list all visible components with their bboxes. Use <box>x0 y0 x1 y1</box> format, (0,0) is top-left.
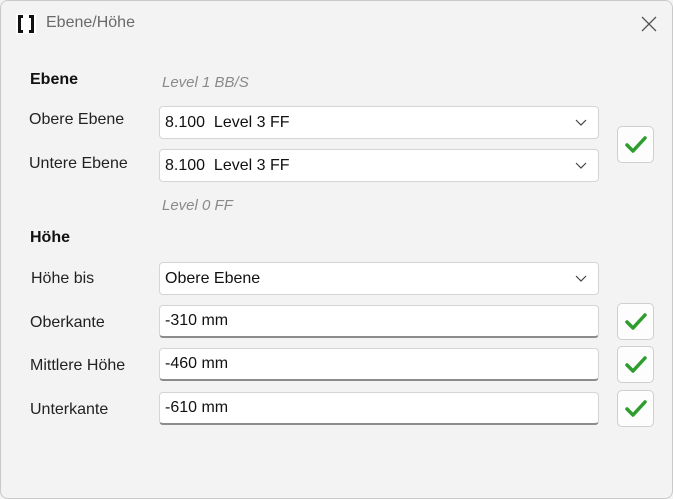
checkmark-icon <box>624 355 647 373</box>
unterkante-field[interactable]: -610 mm <box>159 392 599 425</box>
apply-oberkante-button[interactable] <box>617 303 654 340</box>
checkmark-icon <box>624 399 647 417</box>
obere-ebene-label: Obere Ebene <box>29 111 125 128</box>
untere-ebene-value: 8.100 Level 3 FF <box>165 156 290 174</box>
oberkante-label: Oberkante <box>30 314 105 331</box>
untere-ebene-label: Untere Ebene <box>29 155 128 172</box>
unterkante-value: -610 mm <box>165 399 229 416</box>
chevron-down-icon <box>564 262 598 295</box>
dialog-window: Ebene/Höhe Ebene Level 1 BB/S Obere Eben… <box>0 0 673 499</box>
titlebar: Ebene/Höhe <box>1 1 672 47</box>
oberkante-value: -310 mm <box>165 312 229 329</box>
hoehe-bis-value: Obere Ebene <box>165 269 261 287</box>
untere-ebene-select[interactable]: 8.100 Level 3 FF <box>159 149 599 182</box>
hoehe-bis-select[interactable]: Obere Ebene <box>159 262 599 295</box>
apply-ebene-button[interactable] <box>617 126 654 163</box>
level-top-hint: Level 1 BB/S <box>162 74 249 91</box>
obere-ebene-select[interactable]: 8.100 Level 3 FF <box>159 106 599 139</box>
apply-mittlere-hoehe-button[interactable] <box>617 346 654 383</box>
hoehe-bis-label: Höhe bis <box>31 270 95 287</box>
mittlere-hoehe-label: Mittlere Höhe <box>30 357 126 374</box>
obere-ebene-value: 8.100 Level 3 FF <box>165 113 290 131</box>
chevron-down-icon <box>564 106 598 139</box>
mittlere-hoehe-value: -460 mm <box>165 355 229 372</box>
checkmark-icon <box>624 135 647 153</box>
ebene-heading: Ebene <box>30 71 79 88</box>
apply-unterkante-button[interactable] <box>617 390 654 427</box>
level-bottom-hint: Level 0 FF <box>162 197 233 214</box>
oberkante-field[interactable]: -310 mm <box>159 305 599 338</box>
chevron-down-icon <box>564 149 598 182</box>
checkmark-icon <box>624 312 647 330</box>
window-title: Ebene/Höhe <box>46 14 135 31</box>
mittlere-hoehe-field[interactable]: -460 mm <box>159 348 599 381</box>
unterkante-label: Unterkante <box>30 401 109 418</box>
app-icon <box>16 14 36 34</box>
hoehe-heading: Höhe <box>30 229 70 246</box>
close-icon <box>641 16 657 32</box>
close-button[interactable] <box>626 1 672 47</box>
